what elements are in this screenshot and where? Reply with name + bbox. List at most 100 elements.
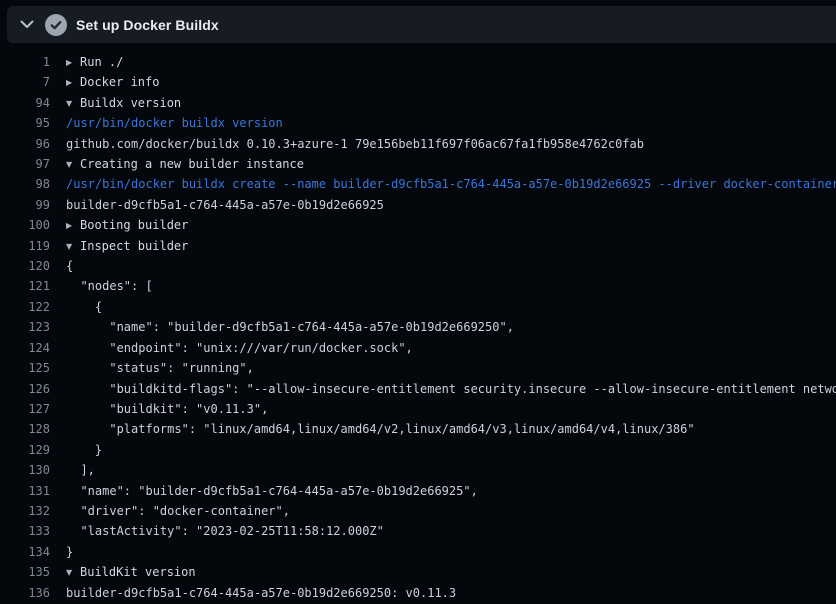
triangle-down-icon[interactable]: ▼ bbox=[66, 563, 80, 583]
log-line: 96 github.com/docker/buildx 0.10.3+azure-… bbox=[0, 134, 836, 154]
step-header[interactable]: Set up Docker Buildx bbox=[7, 6, 836, 43]
output-text: "platforms": "linux/amd64,linux/amd64/v2… bbox=[66, 419, 695, 439]
line-number[interactable]: 136 bbox=[0, 583, 50, 603]
log-line: 127 "buildkit": "v0.11.3", bbox=[0, 399, 836, 419]
group-toggle[interactable]: ▼Creating a new builder instance bbox=[66, 154, 304, 174]
log-group-row: 119 ▼Inspect builder bbox=[0, 236, 836, 256]
command-text: /usr/bin/docker buildx create --name bui… bbox=[66, 174, 836, 194]
log-line: 99 builder-d9cfb5a1-c764-445a-a57e-0b19d2… bbox=[0, 195, 836, 215]
line-number[interactable]: 131 bbox=[0, 481, 50, 501]
log-viewer: 1▶Run ./7▶Docker info94▼Buildx version95… bbox=[0, 43, 836, 603]
output-text: "name": "builder-d9cfb5a1-c764-445a-a57e… bbox=[66, 481, 478, 501]
output-text: builder-d9cfb5a1-c764-445a-a57e-0b19d2e6… bbox=[66, 195, 384, 215]
group-title: Inspect builder bbox=[80, 239, 188, 253]
line-number[interactable]: 122 bbox=[0, 297, 50, 317]
line-number[interactable]: 123 bbox=[0, 317, 50, 337]
log-line: 123 "name": "builder-d9cfb5a1-c764-445a-… bbox=[0, 317, 836, 337]
log-line: 95/usr/bin/docker buildx version bbox=[0, 113, 836, 133]
log-line: 130 ], bbox=[0, 460, 836, 480]
line-number[interactable]: 125 bbox=[0, 358, 50, 378]
line-number[interactable]: 135 bbox=[0, 562, 50, 582]
log-group-row: 7 ▶Docker info bbox=[0, 72, 836, 92]
line-number[interactable]: 124 bbox=[0, 338, 50, 358]
log-line: 125 "status": "running", bbox=[0, 358, 836, 378]
group-toggle[interactable]: ▶Booting builder bbox=[66, 215, 188, 235]
output-text: } bbox=[66, 542, 73, 562]
triangle-right-icon[interactable]: ▶ bbox=[66, 53, 80, 73]
log-line: 126 "buildkitd-flags": "--allow-insecure… bbox=[0, 379, 836, 399]
triangle-down-icon[interactable]: ▼ bbox=[66, 237, 80, 257]
log-line: 122 { bbox=[0, 297, 836, 317]
check-circle-icon bbox=[45, 14, 67, 36]
log-line: 98/usr/bin/docker buildx create --name b… bbox=[0, 174, 836, 194]
log-line: 132 "driver": "docker-container", bbox=[0, 501, 836, 521]
line-number[interactable]: 95 bbox=[0, 113, 50, 133]
triangle-down-icon[interactable]: ▼ bbox=[66, 94, 80, 114]
line-number[interactable]: 1 bbox=[0, 52, 50, 72]
output-text: { bbox=[66, 297, 102, 317]
command-text: /usr/bin/docker buildx version bbox=[66, 113, 283, 133]
output-text: "nodes": [ bbox=[66, 276, 153, 296]
group-toggle[interactable]: ▼Buildx version bbox=[66, 93, 181, 113]
group-title: Booting builder bbox=[80, 218, 188, 232]
group-title: Run ./ bbox=[80, 55, 123, 69]
line-number[interactable]: 99 bbox=[0, 195, 50, 215]
output-text: "buildkit": "v0.11.3", bbox=[66, 399, 268, 419]
group-title: BuildKit version bbox=[80, 565, 196, 579]
output-text: "status": "running", bbox=[66, 358, 254, 378]
line-number[interactable]: 130 bbox=[0, 460, 50, 480]
line-number[interactable]: 94 bbox=[0, 93, 50, 113]
output-text: ], bbox=[66, 460, 95, 480]
triangle-right-icon[interactable]: ▶ bbox=[66, 73, 80, 93]
line-number[interactable]: 128 bbox=[0, 419, 50, 439]
log-group-row: 135 ▼BuildKit version bbox=[0, 562, 836, 582]
output-text: { bbox=[66, 256, 73, 276]
group-toggle[interactable]: ▶Docker info bbox=[66, 72, 159, 92]
line-number[interactable]: 133 bbox=[0, 521, 50, 541]
line-number[interactable]: 132 bbox=[0, 501, 50, 521]
line-number[interactable]: 98 bbox=[0, 174, 50, 194]
log-group-row: 97 ▼Creating a new builder instance bbox=[0, 154, 836, 174]
line-number[interactable]: 121 bbox=[0, 276, 50, 296]
line-number[interactable]: 96 bbox=[0, 134, 50, 154]
triangle-right-icon[interactable]: ▶ bbox=[66, 216, 80, 236]
group-title: Docker info bbox=[80, 75, 159, 89]
line-number[interactable]: 7 bbox=[0, 72, 50, 92]
chevron-down-icon[interactable] bbox=[20, 20, 34, 29]
line-number[interactable]: 127 bbox=[0, 399, 50, 419]
line-number[interactable]: 134 bbox=[0, 542, 50, 562]
group-title: Buildx version bbox=[80, 96, 181, 110]
output-text: "driver": "docker-container", bbox=[66, 501, 290, 521]
output-text: } bbox=[66, 440, 102, 460]
output-text: "name": "builder-d9cfb5a1-c764-445a-a57e… bbox=[66, 317, 514, 337]
log-group-row: 1 ▶Run ./ bbox=[0, 52, 836, 72]
log-line: 133 "lastActivity": "2023-02-25T11:58:12… bbox=[0, 521, 836, 541]
triangle-down-icon[interactable]: ▼ bbox=[66, 155, 80, 175]
group-toggle[interactable]: ▼Inspect builder bbox=[66, 236, 188, 256]
output-text: builder-d9cfb5a1-c764-445a-a57e-0b19d2e6… bbox=[66, 583, 456, 603]
log-line: 121 "nodes": [ bbox=[0, 276, 836, 296]
log-line: 129 } bbox=[0, 440, 836, 460]
log-line: 128 "platforms": "linux/amd64,linux/amd6… bbox=[0, 419, 836, 439]
output-text: "buildkitd-flags": "--allow-insecure-ent… bbox=[66, 379, 836, 399]
line-number[interactable]: 100 bbox=[0, 215, 50, 235]
log-line: 134} bbox=[0, 542, 836, 562]
log-line: 120 { bbox=[0, 256, 836, 276]
log-line: 136 builder-d9cfb5a1-c764-445a-a57e-0b19d… bbox=[0, 583, 836, 603]
line-number[interactable]: 97 bbox=[0, 154, 50, 174]
log-line: 131 "name": "builder-d9cfb5a1-c764-445a-… bbox=[0, 481, 836, 501]
line-number[interactable]: 129 bbox=[0, 440, 50, 460]
group-toggle[interactable]: ▼BuildKit version bbox=[66, 562, 196, 582]
log-group-row: 94 ▼Buildx version bbox=[0, 93, 836, 113]
step-title: Set up Docker Buildx bbox=[76, 17, 219, 33]
line-number[interactable]: 120 bbox=[0, 256, 50, 276]
line-number[interactable]: 119 bbox=[0, 236, 50, 256]
log-group-row: 100 ▶Booting builder bbox=[0, 215, 836, 235]
group-toggle[interactable]: ▶Run ./ bbox=[66, 52, 123, 72]
output-text: github.com/docker/buildx 0.10.3+azure-1 … bbox=[66, 134, 644, 154]
group-title: Creating a new builder instance bbox=[80, 157, 304, 171]
output-text: "lastActivity": "2023-02-25T11:58:12.000… bbox=[66, 521, 384, 541]
output-text: "endpoint": "unix:///var/run/docker.sock… bbox=[66, 338, 413, 358]
line-number[interactable]: 126 bbox=[0, 379, 50, 399]
log-line: 124 "endpoint": "unix:///var/run/docker.… bbox=[0, 338, 836, 358]
